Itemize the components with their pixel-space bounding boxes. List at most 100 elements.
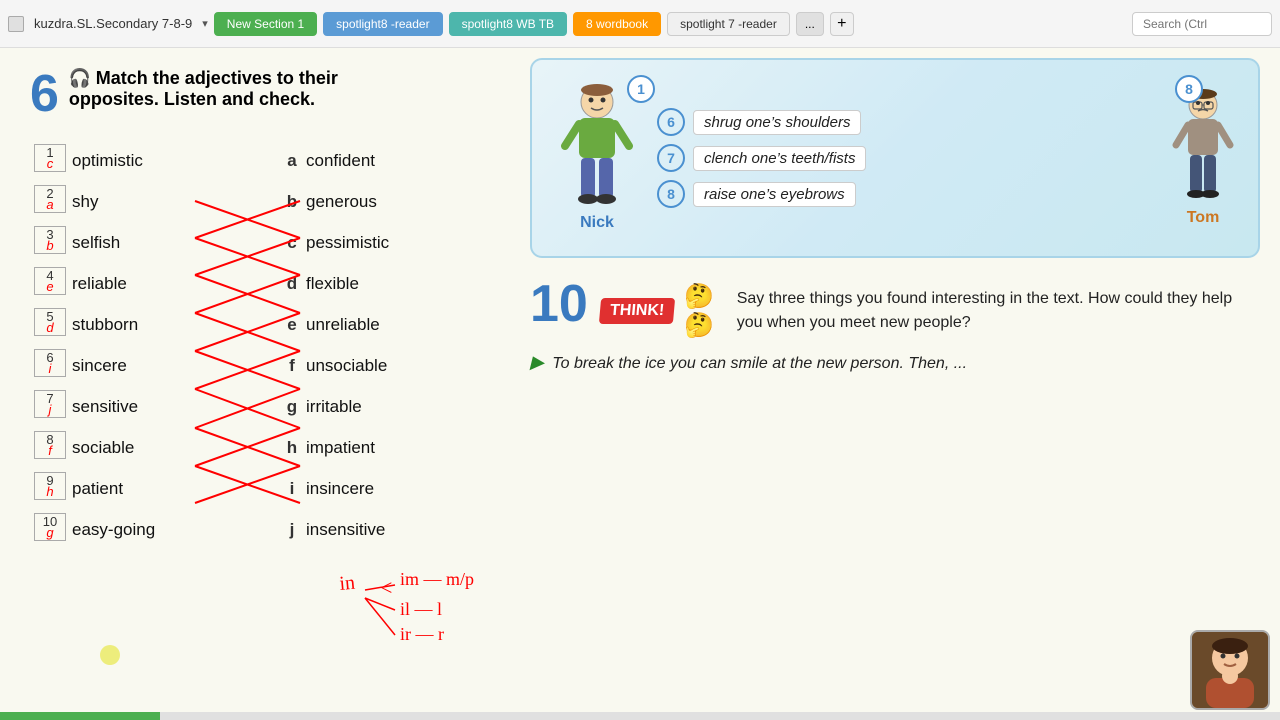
think-badge: THINK! <box>599 298 675 324</box>
left-word: shy <box>70 181 200 222</box>
doc-title: kuzdra.SL.Secondary 7-8-9 <box>34 16 192 31</box>
avatar-image <box>1192 632 1268 708</box>
exercise6-header: 6 🎧 Match the adjectives to their opposi… <box>30 68 490 120</box>
table-row: 9 h patient i insincere <box>30 468 490 509</box>
phrase-num-6: 6 <box>657 108 685 136</box>
window-icon <box>8 16 24 32</box>
svg-text:im — m/p: im — m/p <box>400 569 474 589</box>
right-letter: a <box>280 140 304 181</box>
right-letter: b <box>280 181 304 222</box>
right-word: insincere <box>304 468 490 509</box>
exercise6-instruction: Match the adjectives to their opposites.… <box>69 68 338 109</box>
row-num-cell: 3 b <box>30 222 70 263</box>
table-row: 7 j sensitive g irritable <box>30 386 490 427</box>
row-num-box: 1 c <box>34 144 66 172</box>
phrase-item-7: 7 clench one’s teeth/fists <box>657 144 1153 172</box>
right-letter: c <box>280 222 304 263</box>
table-row: 8 f sociable h impatient <box>30 427 490 468</box>
tab-spotlight7-reader[interactable]: spotlight 7 -reader <box>667 12 790 36</box>
right-word: irritable <box>304 386 490 427</box>
row-num-cell: 6 i <box>30 345 70 386</box>
row-num-box: 4 e <box>34 267 66 295</box>
right-word: generous <box>304 181 490 222</box>
avatar-corner <box>1190 630 1270 710</box>
phrase-item-8: 8 raise one’s eyebrows <box>657 180 1153 208</box>
right-word: unsociable <box>304 345 490 386</box>
phrase-text-8: raise one’s eyebrows <box>693 182 856 207</box>
nick-figure <box>557 84 637 214</box>
search-input[interactable] <box>1132 12 1272 36</box>
left-panel: 6 🎧 Match the adjectives to their opposi… <box>0 48 510 720</box>
think-row: THINK! 🤔🤔 Say three things you found int… <box>600 282 1260 340</box>
svg-text:ir — r: ir — r <box>400 624 444 644</box>
tab-spotlight8-wb[interactable]: spotlight8 WB TB <box>449 12 567 36</box>
row-num-cell: 2 a <box>30 181 70 222</box>
right-word: impatient <box>304 427 490 468</box>
matching-table: 1 c optimistic a confident 2 a shy b gen… <box>30 140 490 550</box>
progress-bar-area <box>0 712 1280 720</box>
left-word: reliable <box>70 263 200 304</box>
table-row: 1 c optimistic a confident <box>30 140 490 181</box>
svg-text:il — l: il — l <box>400 599 442 619</box>
right-panel: Nick 6 shrug one’s shoulders 7 clench on… <box>510 48 1280 720</box>
phrase-num-7: 7 <box>657 144 685 172</box>
right-letter: d <box>280 263 304 304</box>
tom-figure <box>1168 89 1238 209</box>
row-num-box: 6 i <box>34 349 66 377</box>
row-num-box: 9 h <box>34 472 66 500</box>
table-row: 6 i sincere f unsociable <box>30 345 490 386</box>
table-row: 2 a shy b generous <box>30 181 490 222</box>
tab-8wordbook[interactable]: 8 wordbook <box>573 12 661 36</box>
svg-text:in: in <box>339 572 356 595</box>
characters-area: Nick 6 shrug one’s shoulders 7 clench on… <box>530 58 1260 258</box>
phrase-text-7: clench one’s teeth/fists <box>693 146 866 171</box>
right-letter: j <box>280 509 304 550</box>
left-word: sensitive <box>70 386 200 427</box>
add-tab-button[interactable]: + <box>830 12 854 36</box>
left-word: easy-going <box>70 509 200 550</box>
right-word: confident <box>304 140 490 181</box>
row-num-box: 10 g <box>34 513 66 541</box>
table-row: 5 d stubborn e unreliable <box>30 304 490 345</box>
tab-more[interactable]: ... <box>796 12 824 36</box>
row-num-cell: 5 d <box>30 304 70 345</box>
table-row: 4 e reliable d flexible <box>30 263 490 304</box>
phrase-num-8: 8 <box>657 180 685 208</box>
right-letter: h <box>280 427 304 468</box>
left-word: selfish <box>70 222 200 263</box>
tab-spotlight8-reader[interactable]: spotlight8 -reader <box>323 12 442 36</box>
row-num-box: 8 f <box>34 431 66 459</box>
right-letter: g <box>280 386 304 427</box>
avatar-svg <box>1192 632 1268 708</box>
number8-badge: 8 <box>1175 75 1203 103</box>
think-icons: 🤔🤔 <box>684 282 727 340</box>
exercise6-number: 6 <box>30 68 59 120</box>
phrases-list: 6 shrug one’s shoulders 7 clench one’s t… <box>647 108 1163 208</box>
row-num-box: 3 b <box>34 226 66 254</box>
left-word: sociable <box>70 427 200 468</box>
top-bar: kuzdra.SL.Secondary 7-8-9 ▾ New Section … <box>0 0 1280 48</box>
right-word: unreliable <box>304 304 490 345</box>
sample-answer-text: To break the ice you can smile at the ne… <box>552 355 967 372</box>
nick-character: Nick <box>547 84 647 232</box>
left-word: patient <box>70 468 200 509</box>
left-word: optimistic <box>70 140 200 181</box>
nick-name: Nick <box>580 214 614 232</box>
row-num-cell: 9 h <box>30 468 70 509</box>
right-letter: e <box>280 304 304 345</box>
row-num-cell: 7 j <box>30 386 70 427</box>
row-num-cell: 8 f <box>30 427 70 468</box>
right-word: flexible <box>304 263 490 304</box>
row-num-box: 5 d <box>34 308 66 336</box>
right-word: pessimistic <box>304 222 490 263</box>
table-row: 10 g easy-going j insensitive <box>30 509 490 550</box>
left-word: sincere <box>70 345 200 386</box>
progress-fill <box>0 712 160 720</box>
right-word: insensitive <box>304 509 490 550</box>
main-content: 6 🎧 Match the adjectives to their opposi… <box>0 48 1280 720</box>
headphones-icon: 🎧 <box>69 68 91 88</box>
dropdown-arrow-icon[interactable]: ▾ <box>202 17 208 30</box>
tab-new-section[interactable]: New Section 1 <box>214 12 317 36</box>
tom-name: Tom <box>1187 209 1220 227</box>
window-controls <box>8 16 24 32</box>
